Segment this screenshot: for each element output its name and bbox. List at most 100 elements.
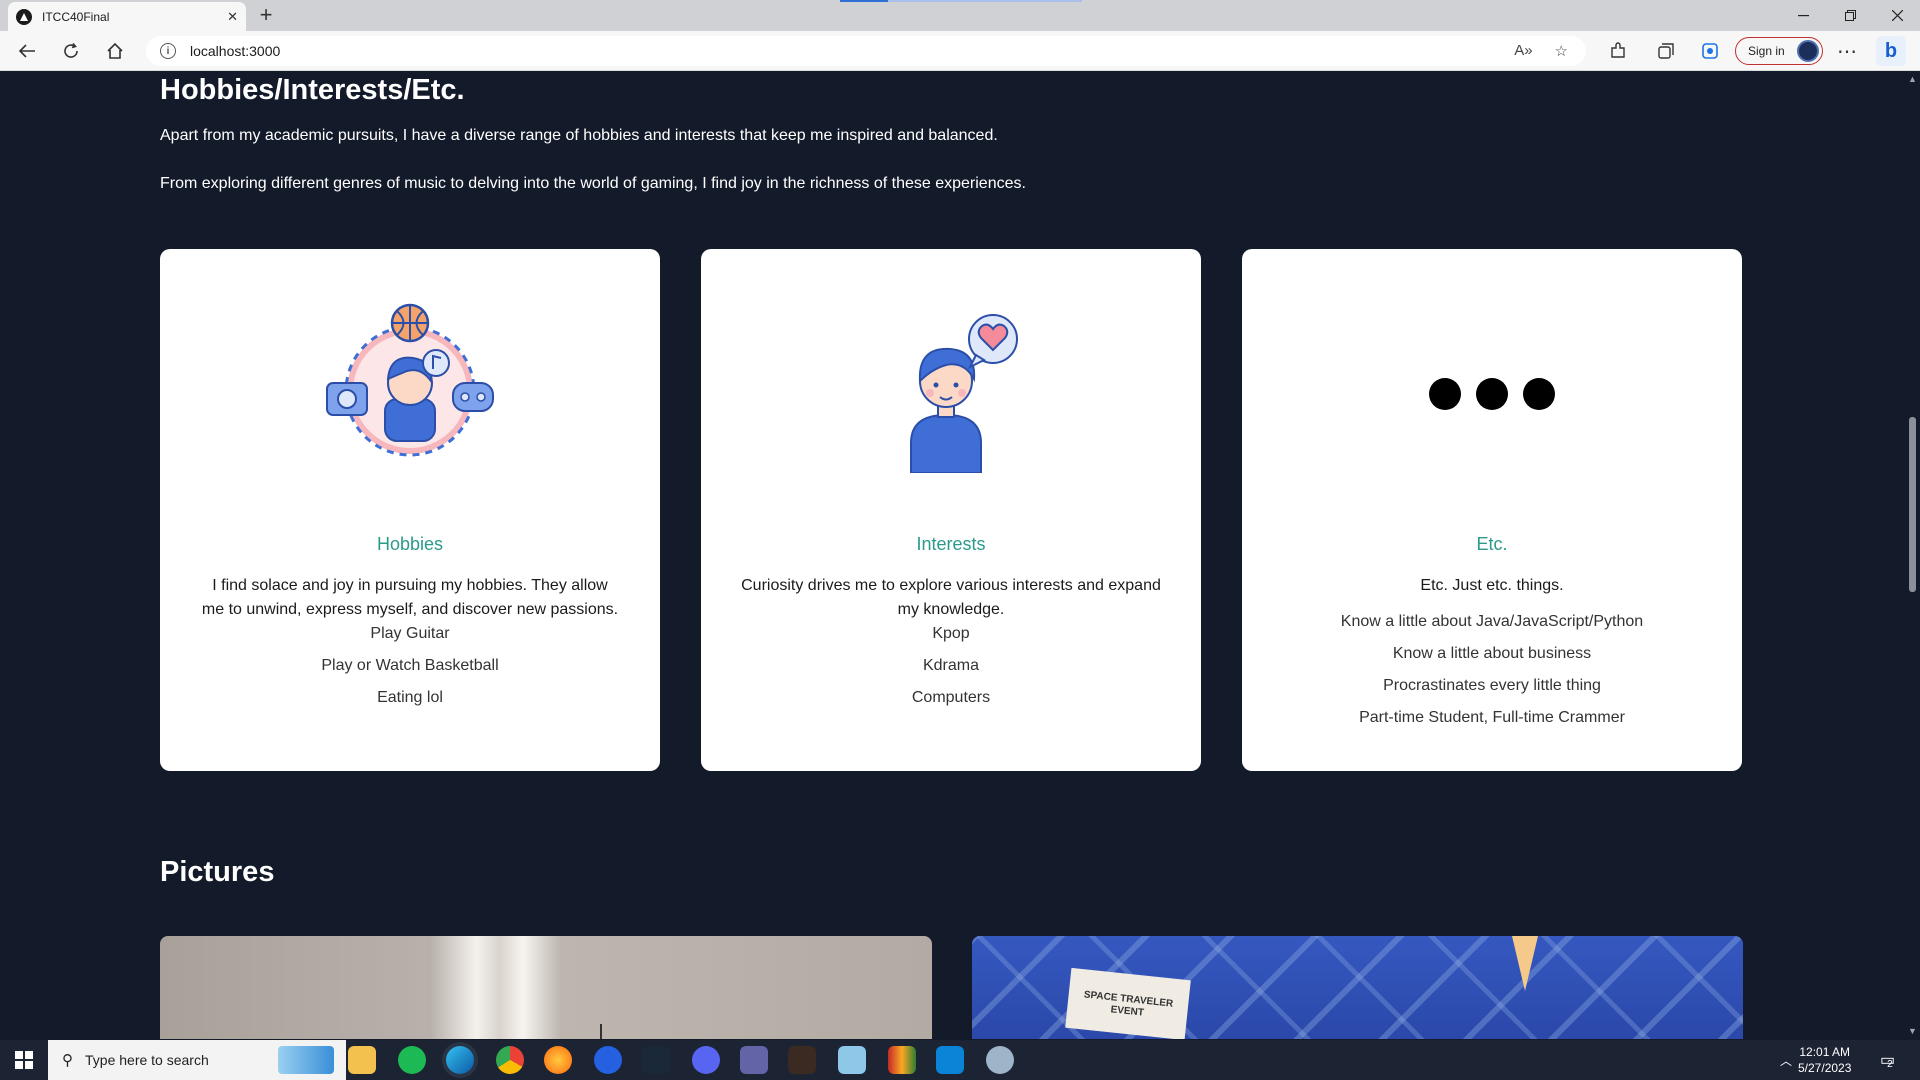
scroll-thumb[interactable]: [1909, 417, 1916, 592]
section-intro-1: Apart from my academic pursuits, I have …: [160, 127, 998, 144]
tab-loading-indicator: [840, 0, 888, 2]
tab-title: ITCC40Final: [42, 9, 110, 24]
address-url[interactable]: localhost:3000: [190, 43, 280, 59]
edge-icon[interactable]: [446, 1046, 474, 1074]
search-highlight-icon: [278, 1046, 334, 1074]
address-bar-actions: A» ☆: [1514, 42, 1568, 60]
taskbar-search-placeholder: Type here to search: [85, 1052, 209, 1068]
clock-time: 12:01 AM: [1799, 1045, 1851, 1059]
firefox-icon[interactable]: [544, 1046, 572, 1074]
teams-icon[interactable]: [740, 1046, 768, 1074]
chrome-icon[interactable]: [496, 1046, 524, 1074]
hobbies-list: Play Guitar Play or Watch Basketball Eat…: [160, 618, 660, 714]
taskbar-clock[interactable]: 12:01 AM 5/27/2023: [1798, 1044, 1851, 1076]
hobbies-illustration-icon: [326, 303, 494, 457]
scroll-up-arrow-icon[interactable]: ▲: [1908, 74, 1917, 84]
site-info-icon[interactable]: i: [160, 43, 176, 59]
interests-card: Interests Curiosity drives me to explore…: [701, 249, 1201, 771]
scroll-down-arrow-icon[interactable]: ▼: [1908, 1026, 1917, 1036]
pictures-section-title: Pictures: [160, 856, 275, 888]
refresh-icon: [64, 42, 78, 58]
picture-2: SPACE TRAVELER EVENT: [972, 936, 1743, 1039]
sign-in-label: Sign in: [1748, 44, 1785, 58]
edge-sidebar-icon: [1702, 43, 1718, 59]
tab-loading-track: [888, 0, 1082, 2]
etc-card: Etc. Etc. Just etc. things. Know a littl…: [1242, 249, 1742, 771]
list-item: Know a little about business: [1392, 645, 1592, 662]
extensions-button[interactable]: [1603, 37, 1633, 65]
etc-card-title: Etc.: [1476, 534, 1508, 554]
home-button[interactable]: [100, 37, 130, 65]
app-favicon-icon: [16, 8, 32, 25]
clock-date: 5/27/2023: [1798, 1061, 1852, 1075]
app-launcher-icon[interactable]: [594, 1046, 622, 1074]
interests-illustration-icon: [910, 314, 1018, 473]
app-icon[interactable]: [788, 1046, 816, 1074]
list-item: Kdrama: [922, 657, 980, 674]
interests-illustration: [701, 303, 1201, 473]
more-menu-button[interactable]: ⋯: [1832, 37, 1862, 65]
hobbies-card: Hobbies I find solace and joy in pursuin…: [160, 249, 660, 771]
home-icon: [107, 42, 123, 59]
minimize-button[interactable]: [1780, 0, 1826, 31]
vscode-icon[interactable]: [936, 1046, 964, 1074]
list-item: Play or Watch Basketball: [321, 657, 499, 674]
browser-toolbar: i localhost:3000 A» ☆ Sign in ⋯ b: [0, 31, 1920, 71]
notepad-icon[interactable]: [838, 1046, 866, 1074]
collections-icon: [1658, 43, 1674, 59]
sign-in-button[interactable]: Sign in: [1735, 37, 1823, 65]
chevron-up-icon: ︿: [1780, 1053, 1793, 1068]
windows-logo-icon: [15, 1051, 33, 1069]
list-item: Procrastinates every little thing: [1383, 677, 1601, 694]
windows-taskbar: ⚲ Type here to search ︿ 12:01 AM 5/27/20…: [0, 1040, 1920, 1080]
page-scrollbar[interactable]: ▲ ▼: [1905, 72, 1920, 1039]
list-item: Part-time Student, Full-time Crammer: [1359, 709, 1625, 726]
puzzle-icon: [1611, 42, 1625, 58]
edge-copilot-button[interactable]: [1695, 37, 1725, 65]
web-page: Hobbies/Interests/Etc. Apart from my aca…: [0, 72, 1905, 1039]
hobbies-illustration: [160, 303, 660, 473]
etc-card-description: Etc. Just etc. things.: [1420, 577, 1564, 594]
winrar-icon[interactable]: [888, 1046, 916, 1074]
address-bar[interactable]: i localhost:3000 A» ☆: [146, 36, 1586, 66]
list-item: Computers: [911, 689, 991, 706]
browser-tab[interactable]: ITCC40Final ✕: [8, 2, 246, 31]
collections-button[interactable]: [1651, 37, 1681, 65]
favorite-star-icon[interactable]: ☆: [1555, 42, 1568, 60]
etc-list: Know a little about Java/JavaScript/Pyth…: [1242, 606, 1742, 734]
ellipsis-icon: [1429, 378, 1555, 410]
steam-icon[interactable]: [642, 1046, 670, 1074]
bing-chat-button[interactable]: b: [1876, 36, 1906, 66]
file-explorer-icon[interactable]: [348, 1046, 376, 1074]
interests-card-title: Interests: [916, 534, 986, 554]
new-tab-button[interactable]: +: [254, 4, 278, 28]
app-icon-2[interactable]: [986, 1046, 1014, 1074]
profile-avatar: [1797, 40, 1819, 62]
close-icon: [1891, 10, 1903, 21]
search-icon: ⚲: [62, 1052, 73, 1069]
section-intro-2: From exploring different genres of music…: [160, 175, 1026, 192]
taskbar-search-box[interactable]: ⚲ Type here to search: [48, 1040, 346, 1080]
show-hidden-icons[interactable]: ︿: [1780, 1040, 1792, 1080]
picture-1: [160, 936, 932, 1039]
section-title: Hobbies/Interests/Etc.: [160, 74, 465, 106]
hobbies-card-description: I find solace and joy in pursuing my hob…: [201, 577, 619, 618]
close-window-button[interactable]: [1874, 0, 1920, 31]
interests-list: Kpop Kdrama Computers: [701, 618, 1201, 714]
discord-icon[interactable]: [692, 1046, 720, 1074]
spotify-icon[interactable]: [398, 1046, 426, 1074]
etc-illustration: [1242, 303, 1742, 473]
bing-icon: b: [1884, 39, 1898, 62]
picture-1-detail: [600, 1024, 602, 1039]
start-button[interactable]: [0, 1040, 48, 1080]
list-item: Play Guitar: [370, 625, 450, 642]
restore-button[interactable]: [1827, 0, 1873, 31]
read-aloud-icon[interactable]: A»: [1514, 42, 1532, 60]
notification-center-button[interactable]: ▭ 2: [1880, 1040, 1895, 1080]
notification-count: 2: [1887, 1058, 1893, 1070]
tab-close-icon[interactable]: ✕: [227, 9, 238, 25]
list-item: Kpop: [932, 625, 970, 642]
refresh-button[interactable]: [56, 37, 86, 65]
browser-tab-bar: ITCC40Final ✕ +: [0, 0, 1920, 31]
back-button[interactable]: [12, 37, 42, 65]
